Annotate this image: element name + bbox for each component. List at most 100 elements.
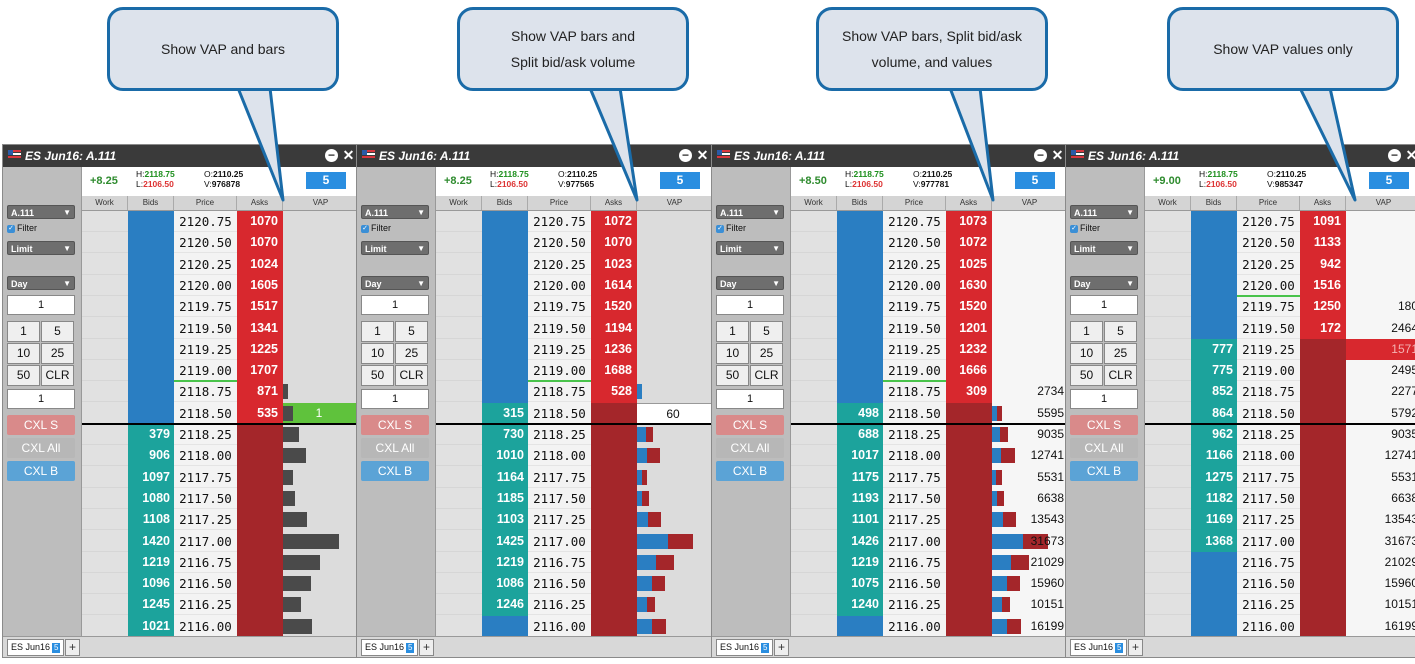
- bid-cell[interactable]: [1191, 274, 1237, 297]
- ask-cell[interactable]: [1300, 445, 1346, 468]
- bid-cell[interactable]: 1075: [837, 573, 883, 595]
- price-cell[interactable]: 2119.50: [1237, 318, 1300, 339]
- column-header-bids[interactable]: Bids: [482, 196, 528, 210]
- price-cell[interactable]: 2117.50: [528, 488, 591, 509]
- work-cell[interactable]: [436, 467, 482, 488]
- work-cell[interactable]: [82, 275, 128, 296]
- column-header-asks[interactable]: Asks: [237, 196, 283, 210]
- price-cell[interactable]: 2120.50: [174, 232, 237, 254]
- price-cell[interactable]: 2119.50: [528, 318, 591, 339]
- quantity-button[interactable]: 1: [361, 321, 394, 342]
- work-cell[interactable]: [82, 232, 128, 254]
- price-cell[interactable]: 2116.25: [1237, 594, 1300, 616]
- tab-es-jun16[interactable]: ES Jun16 5: [716, 639, 774, 656]
- work-cell[interactable]: [791, 232, 837, 254]
- ask-cell[interactable]: [946, 445, 992, 468]
- price-cell[interactable]: 2119.00: [883, 360, 946, 382]
- close-icon[interactable]: ✕: [342, 148, 355, 162]
- work-cell[interactable]: [791, 467, 837, 488]
- price-cell[interactable]: 2118.75: [1237, 381, 1300, 403]
- ask-cell[interactable]: 1605: [237, 274, 283, 297]
- work-cell[interactable]: [1145, 488, 1191, 509]
- ask-cell[interactable]: [237, 424, 283, 446]
- order-type-select[interactable]: Limit ▼: [7, 241, 75, 255]
- bid-cell[interactable]: 1166: [1191, 445, 1237, 468]
- work-cell[interactable]: [791, 445, 837, 467]
- bid-cell[interactable]: [482, 381, 528, 404]
- work-cell[interactable]: [436, 232, 482, 254]
- work-cell[interactable]: [82, 211, 128, 232]
- bid-cell[interactable]: 688: [837, 424, 883, 446]
- price-cell[interactable]: 2117.75: [528, 467, 591, 488]
- work-cell[interactable]: [436, 381, 482, 403]
- tif-select[interactable]: Day ▼: [716, 276, 784, 290]
- column-header-work[interactable]: Work: [791, 196, 837, 210]
- price-cell[interactable]: 2120.00: [883, 275, 946, 296]
- ask-cell[interactable]: 1025: [946, 253, 992, 276]
- ask-cell[interactable]: 535: [237, 402, 283, 425]
- work-cell[interactable]: [436, 509, 482, 531]
- bid-cell[interactable]: 777: [1191, 338, 1237, 361]
- filter-checkbox[interactable]: ✓ Filter: [716, 223, 746, 233]
- price-cell[interactable]: 2116.00: [883, 616, 946, 637]
- work-cell[interactable]: [82, 381, 128, 403]
- ask-cell[interactable]: [237, 466, 283, 489]
- bid-cell[interactable]: 906: [128, 445, 174, 468]
- ask-cell[interactable]: 1091: [1300, 211, 1346, 233]
- quantity-button[interactable]: 25: [395, 343, 428, 364]
- ask-cell[interactable]: [1300, 402, 1346, 425]
- bid-cell[interactable]: 775: [1191, 360, 1237, 382]
- column-header-vap[interactable]: VAP: [283, 196, 359, 210]
- bid-cell[interactable]: [837, 296, 883, 318]
- work-cell[interactable]: [436, 403, 482, 424]
- bid-cell[interactable]: 1021: [128, 615, 174, 637]
- work-cell[interactable]: [791, 594, 837, 616]
- ask-cell[interactable]: [1300, 615, 1346, 637]
- bid-cell[interactable]: [482, 615, 528, 637]
- quantity-button[interactable]: 50: [361, 365, 394, 386]
- bid-cell[interactable]: [482, 232, 528, 255]
- ask-cell[interactable]: 1225: [237, 338, 283, 361]
- cxl-all-button[interactable]: CXL All: [716, 438, 784, 458]
- price-cell[interactable]: 2120.25: [528, 254, 591, 275]
- ask-cell[interactable]: [237, 530, 283, 553]
- quantity-button[interactable]: 10: [7, 343, 40, 364]
- column-header-price[interactable]: Price: [174, 196, 237, 210]
- price-cell[interactable]: 2116.00: [1237, 616, 1300, 637]
- price-cell[interactable]: 2118.00: [528, 445, 591, 467]
- tab-es-jun16[interactable]: ES Jun16 5: [361, 639, 419, 656]
- cxl-buy-button[interactable]: CXL B: [716, 461, 784, 481]
- work-cell[interactable]: [791, 275, 837, 296]
- price-cell[interactable]: 2118.50: [528, 403, 591, 424]
- account-select[interactable]: A.111 ▼: [1070, 205, 1138, 219]
- bid-cell[interactable]: 1182: [1191, 487, 1237, 510]
- ask-cell[interactable]: 1070: [237, 232, 283, 255]
- ask-cell[interactable]: 1023: [591, 253, 637, 276]
- ask-cell[interactable]: 1630: [946, 274, 992, 297]
- ask-cell[interactable]: [591, 424, 637, 446]
- column-header-vap[interactable]: VAP: [1346, 196, 1415, 210]
- bid-cell[interactable]: [1191, 296, 1237, 318]
- column-header-vap[interactable]: VAP: [637, 196, 713, 210]
- price-cell[interactable]: 2119.25: [174, 339, 237, 360]
- work-cell[interactable]: [436, 360, 482, 382]
- bid-cell[interactable]: [1191, 551, 1237, 574]
- bid-cell[interactable]: 1193: [837, 487, 883, 510]
- bid-cell[interactable]: 1246: [482, 594, 528, 617]
- price-cell[interactable]: 2120.25: [174, 254, 237, 275]
- work-cell[interactable]: [82, 552, 128, 573]
- bid-cell[interactable]: 864: [1191, 402, 1237, 425]
- work-cell[interactable]: [1145, 509, 1191, 531]
- bid-cell[interactable]: [128, 232, 174, 255]
- price-cell[interactable]: 2116.75: [883, 552, 946, 573]
- account-select[interactable]: A.111 ▼: [716, 205, 784, 219]
- quantity-field-secondary[interactable]: 1: [7, 389, 75, 409]
- bid-cell[interactable]: [1191, 232, 1237, 255]
- work-cell[interactable]: [436, 488, 482, 509]
- price-cell[interactable]: 2116.75: [174, 552, 237, 573]
- price-cell[interactable]: 2116.00: [528, 616, 591, 637]
- work-cell[interactable]: [1145, 339, 1191, 360]
- price-cell[interactable]: 2116.50: [1237, 573, 1300, 595]
- bid-cell[interactable]: 1426: [837, 530, 883, 553]
- cxl-all-button[interactable]: CXL All: [1070, 438, 1138, 458]
